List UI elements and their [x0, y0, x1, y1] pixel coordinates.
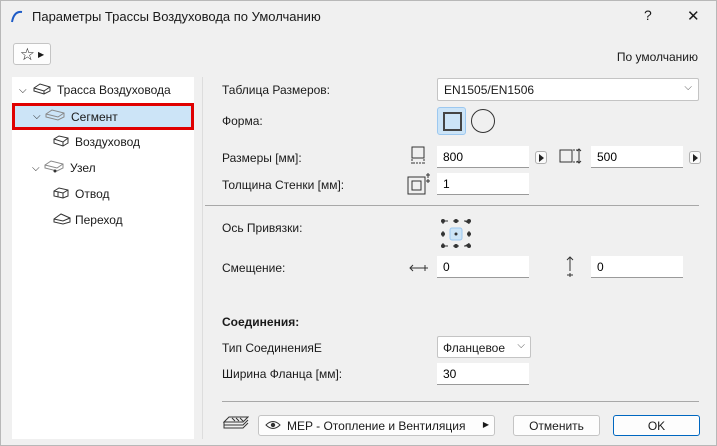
tree-item-duct-route[interactable]: ⌵ Трасса Воздуховода: [12, 78, 194, 102]
favorites-button[interactable]: ☆ ▶: [13, 43, 51, 65]
connection-type-label: Тип СоединенияE: [222, 341, 322, 355]
height-icon: [559, 148, 585, 167]
ok-button[interactable]: OK: [613, 415, 700, 436]
star-icon: ☆: [19, 44, 36, 64]
duct-icon: [53, 134, 75, 150]
shape-label: Форма:: [222, 114, 263, 128]
panel-divider: [202, 77, 203, 439]
height-options-button[interactable]: [689, 151, 701, 164]
close-button[interactable]: ✕: [687, 7, 700, 25]
flange-width-input[interactable]: [437, 363, 529, 385]
tree-item-node[interactable]: ⌵ Узел: [12, 156, 194, 180]
width-input[interactable]: [437, 146, 529, 168]
chevron-down-icon[interactable]: ⌵: [33, 111, 45, 122]
separator: [205, 205, 699, 206]
size-table-select[interactable]: EN1505/EN1506 ⌵: [437, 78, 699, 101]
tree-item-segment[interactable]: ⌵ Сегмент: [12, 103, 194, 130]
width-icon: [409, 146, 429, 171]
eye-icon: [265, 419, 281, 433]
wall-thickness-icon: [407, 172, 433, 199]
layer-label: MEP - Отопление и Вентиляция: [287, 418, 466, 433]
dimensions-label: Размеры [мм]:: [222, 151, 302, 165]
anchor-label: Ось Привязки:: [222, 221, 303, 235]
tree-item-label: Узел: [70, 161, 96, 175]
help-button[interactable]: ?: [644, 7, 652, 23]
tree-item-label: Отвод: [75, 187, 110, 201]
tree-item-label: Трасса Воздуховода: [57, 83, 171, 97]
segment-icon: [45, 109, 71, 124]
dialog-window: Параметры Трассы Воздуховода по Умолчани…: [0, 0, 717, 446]
horizontal-offset-icon: [409, 262, 429, 276]
node-icon: [44, 160, 70, 176]
size-table-label: Таблица Размеров:: [222, 83, 331, 97]
height-input[interactable]: [591, 146, 683, 168]
layer-selector-button[interactable]: MEP - Отопление и Вентиляция ▶: [258, 415, 495, 436]
elbow-icon: [53, 186, 75, 202]
cancel-button[interactable]: Отменить: [513, 415, 600, 436]
connections-heading: Соединения:: [222, 315, 300, 329]
connection-type-select[interactable]: Фланцевое ⌵: [437, 336, 531, 358]
layers-icon: [222, 416, 250, 435]
tree-item-label: Сегмент: [71, 109, 118, 124]
caret-right-icon: ▶: [482, 420, 489, 429]
shape-rectangular-button[interactable]: [437, 107, 466, 135]
chevron-down-icon[interactable]: ⌵: [32, 163, 44, 174]
flange-width-label: Ширина Фланца [мм]:: [222, 367, 343, 381]
chevron-down-icon: ⌵: [517, 340, 525, 351]
separator: [222, 401, 699, 402]
chevron-down-icon[interactable]: ⌵: [19, 85, 33, 96]
wall-thickness-input[interactable]: [437, 173, 529, 195]
shape-round-button[interactable]: [471, 109, 495, 133]
tree-item-transition[interactable]: Переход: [12, 208, 194, 232]
vertical-offset-icon: [565, 256, 575, 281]
anchor-point-grid[interactable]: [440, 217, 472, 249]
chevron-down-icon: ⌵: [684, 82, 692, 93]
wall-thickness-label: Толщина Стенки [мм]:: [222, 178, 345, 192]
tree-item-label: Воздуховод: [75, 135, 140, 149]
width-options-button[interactable]: [535, 151, 547, 164]
tree-item-elbow[interactable]: Отвод: [12, 182, 194, 206]
connection-type-value: Фланцевое: [443, 341, 506, 355]
offset-y-input[interactable]: [591, 256, 683, 278]
default-label: По умолчанию: [616, 50, 698, 64]
tree-item-duct[interactable]: Воздуховод: [12, 130, 194, 154]
offset-label: Смещение:: [222, 261, 286, 275]
size-table-value: EN1505/EN1506: [444, 83, 535, 97]
window-title: Параметры Трассы Воздуховода по Умолчани…: [32, 9, 321, 24]
square-icon: [443, 112, 462, 131]
transition-icon: [53, 212, 75, 228]
app-logo-icon: [9, 8, 25, 24]
duct-route-icon: [33, 82, 55, 98]
tree-item-label: Переход: [75, 213, 123, 227]
caret-right-icon: ▶: [38, 49, 45, 59]
settings-tree: ⌵ Трасса Воздуховода ⌵ Сегмент Воздухово…: [12, 77, 194, 439]
offset-x-input[interactable]: [437, 256, 529, 278]
